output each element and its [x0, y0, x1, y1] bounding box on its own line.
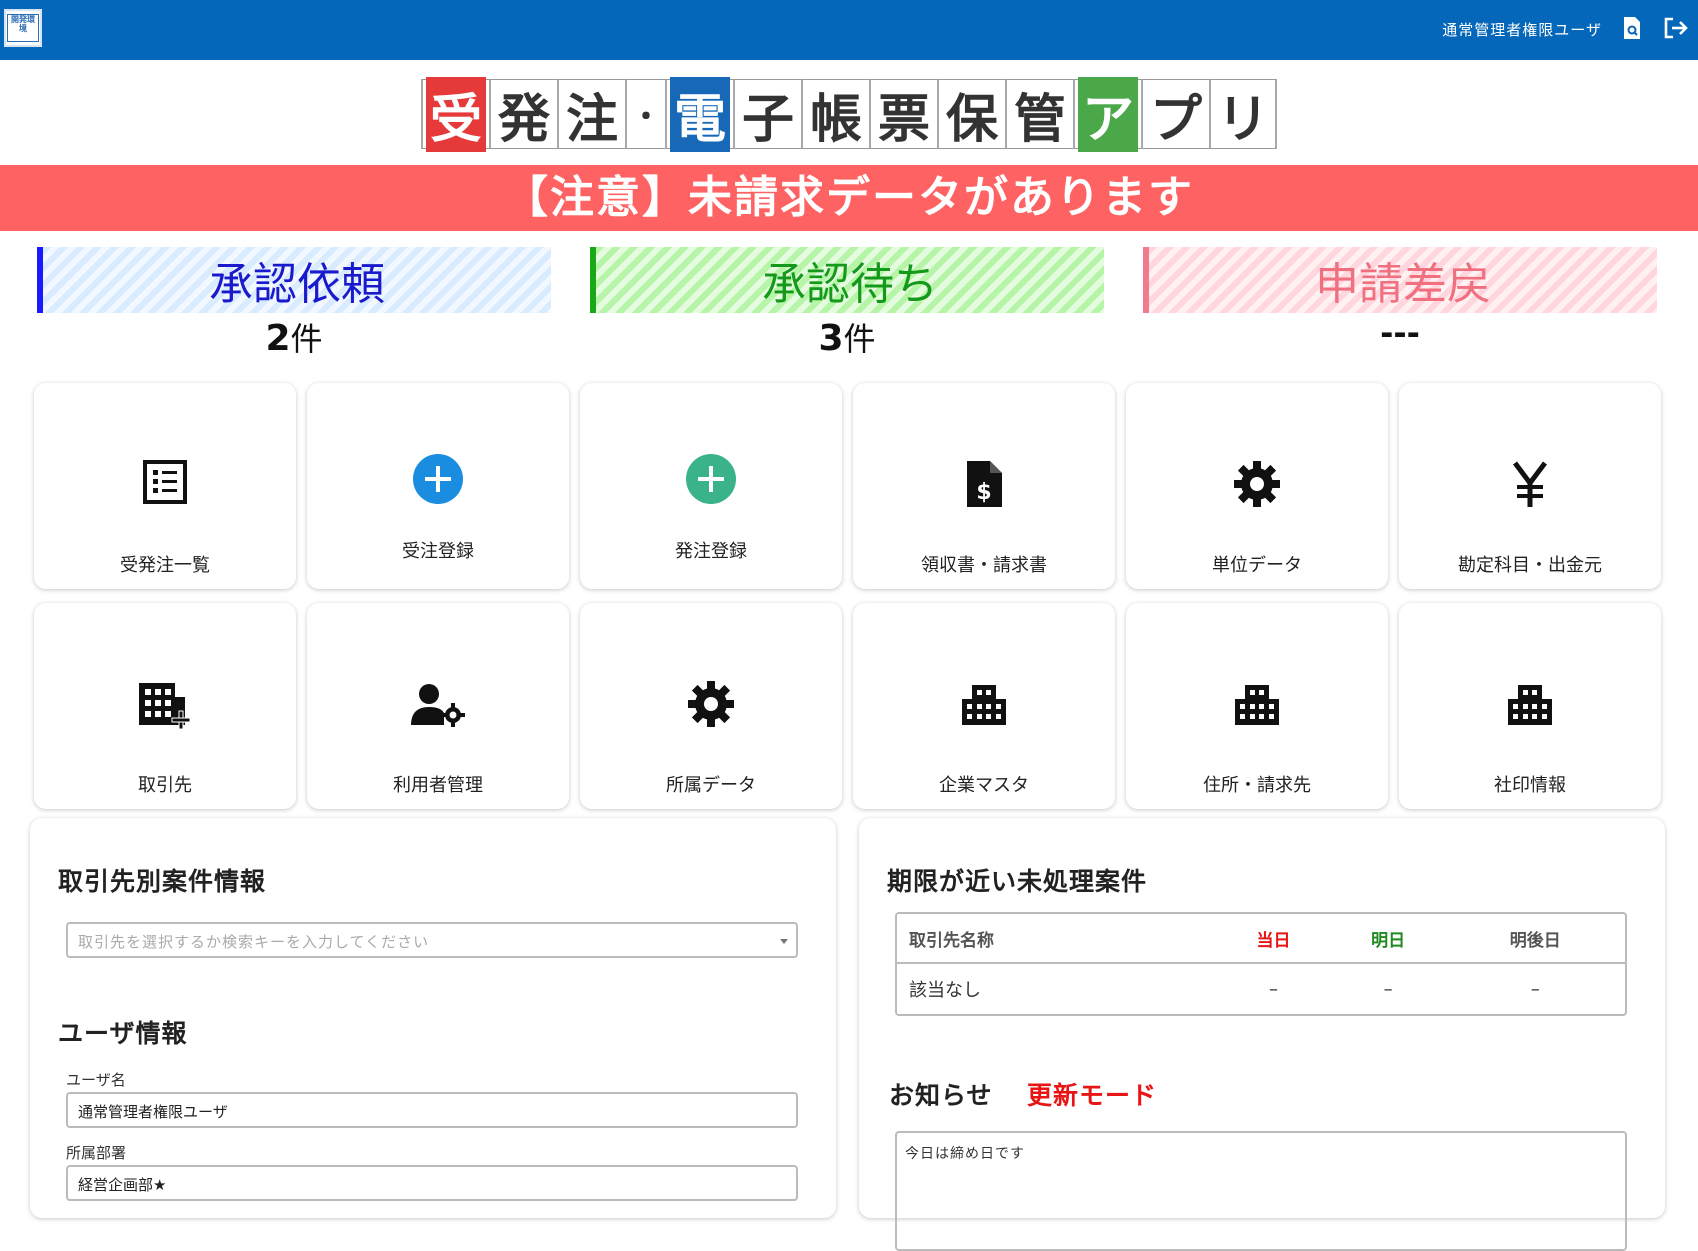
title-char: 管 [1005, 79, 1073, 150]
user-info-title: ユーザ情報 [58, 1019, 188, 1048]
notice-textarea[interactable]: 今日は締め日です [895, 1131, 1627, 1251]
title-char: プ [1141, 79, 1209, 150]
tile-label: 利用者管理 [393, 775, 483, 796]
title-char: 発 [489, 79, 557, 150]
title-char: 子 [733, 79, 801, 150]
unbilled-alert-banner[interactable]: 【注意】未請求データがあります [0, 165, 1698, 231]
tile-account-title[interactable]: 勘定科目・出金元 [1399, 383, 1661, 589]
department-label: 所属部署 [66, 1144, 127, 1162]
svg-text:$: $ [976, 480, 991, 505]
tile-label: 住所・請求先 [1203, 775, 1311, 796]
title-char: 保 [937, 79, 1005, 150]
title-char: 電 [665, 76, 733, 152]
status-returned[interactable]: 申請差戻 [1143, 247, 1657, 313]
current-user-name: 通常管理者権限ユーザ [1442, 21, 1602, 39]
building-icon [1399, 683, 1661, 727]
tile-business-partner[interactable]: 取引先 [34, 603, 296, 809]
tile-label: 領収書・請求書 [921, 555, 1047, 576]
status-approval-request[interactable]: 承認依頼 [37, 247, 551, 313]
header-today: 当日 [1256, 930, 1291, 951]
partner-info-title: 取引先別案件情報 [58, 867, 267, 896]
app-title: 受 発 注 ・ 電 子 帳 票 保 管 ア プ リ [0, 76, 1698, 152]
tile-address-billing[interactable]: 住所・請求先 [1126, 603, 1388, 809]
tile-label: 勘定科目・出金元 [1458, 555, 1602, 576]
user-gear-icon [307, 683, 569, 727]
status-returned-count: --- [1380, 314, 1420, 352]
tile-label: 受注登録 [402, 541, 474, 562]
caret-down-icon [780, 939, 788, 944]
gear-icon [580, 679, 842, 729]
table-row: 該当なし – – – [897, 964, 1625, 1014]
yen-icon [1399, 459, 1661, 509]
logout-icon[interactable] [1662, 14, 1690, 42]
department-field[interactable]: 経営企画部★ [66, 1165, 798, 1201]
table-header-row: 取引先名称 当日 明日 明後日 [897, 914, 1625, 964]
plus-circle-blue-icon [307, 453, 569, 505]
title-char: 票 [869, 79, 937, 150]
cell-today: – [1268, 978, 1278, 1000]
deadline-title: 期限が近い未処理案件 [887, 867, 1148, 896]
partner-info-panel: 取引先別案件情報 取引先を選択するか検索キーを入力してください ユーザ情報 ユー… [30, 818, 836, 1218]
building-plus-icon [34, 681, 296, 731]
cell-day-after-tomorrow: – [1530, 978, 1540, 1000]
status-approval-request-count: 2件 [265, 318, 323, 359]
gear-icon [1126, 459, 1388, 509]
logo-text: 開発環境 [7, 14, 39, 42]
user-name-label: ユーザ名 [66, 1071, 126, 1089]
deadline-panel: 期限が近い未処理案件 取引先名称 当日 明日 明後日 該当なし – – – お知… [859, 818, 1665, 1251]
list-icon [34, 459, 296, 505]
tile-affiliation-data[interactable]: 所属データ [580, 603, 842, 809]
tile-label: 発注登録 [675, 541, 747, 562]
tile-label: 取引先 [138, 775, 192, 796]
notice-title: お知らせ [889, 1081, 993, 1110]
cell-partner-name: 該当なし [909, 980, 981, 1001]
title-char: 受 [421, 76, 489, 152]
tile-unit-data[interactable]: 単位データ [1126, 383, 1388, 589]
cell-tomorrow: – [1383, 978, 1393, 1000]
header-day-after-tomorrow: 明後日 [1509, 930, 1561, 951]
user-name-field[interactable]: 通常管理者権限ユーザ [66, 1092, 798, 1128]
tile-company-master[interactable]: 企業マスタ [853, 603, 1115, 809]
status-awaiting-approval[interactable]: 承認待ち [590, 247, 1104, 313]
header-partner-name: 取引先名称 [909, 930, 994, 951]
status-awaiting-approval-count: 3件 [818, 318, 876, 359]
tile-order-place-register[interactable]: 発注登録 [580, 383, 842, 589]
plus-circle-green-icon [580, 453, 842, 505]
deadline-table: 取引先名称 当日 明日 明後日 該当なし – – – [895, 912, 1627, 1016]
partner-select-placeholder: 取引先を選択するか検索キーを入力してください [78, 933, 430, 951]
tile-label: 受発注一覧 [120, 555, 210, 576]
update-mode-link[interactable]: 更新モード [1027, 1076, 1157, 1112]
title-char: 注 [557, 79, 625, 150]
tile-label: 社印情報 [1494, 775, 1566, 796]
header-tomorrow: 明日 [1371, 930, 1406, 951]
app-logo[interactable]: 開発環境 [4, 9, 42, 47]
tile-order-receive-register[interactable]: 受注登録 [307, 383, 569, 589]
title-char: ・ [625, 79, 665, 149]
building-icon [1126, 683, 1388, 727]
tile-label: 単位データ [1212, 555, 1302, 576]
document-search-icon[interactable] [1618, 14, 1646, 42]
tile-receipt-invoice[interactable]: $ 領収書・請求書 [853, 383, 1115, 589]
title-char: ア [1073, 76, 1141, 152]
partner-select[interactable]: 取引先を選択するか検索キーを入力してください [66, 922, 798, 958]
title-char: リ [1209, 79, 1277, 150]
tile-company-seal[interactable]: 社印情報 [1399, 603, 1661, 809]
tile-order-list[interactable]: 受発注一覧 [34, 383, 296, 589]
tile-user-management[interactable]: 利用者管理 [307, 603, 569, 809]
title-char: 帳 [801, 79, 869, 150]
tile-label: 企業マスタ [939, 775, 1029, 796]
top-bar: 開発環境 通常管理者権限ユーザ [0, 0, 1698, 60]
building-icon [853, 683, 1115, 727]
tile-label: 所属データ [666, 775, 756, 796]
invoice-dollar-icon: $ [853, 459, 1115, 509]
